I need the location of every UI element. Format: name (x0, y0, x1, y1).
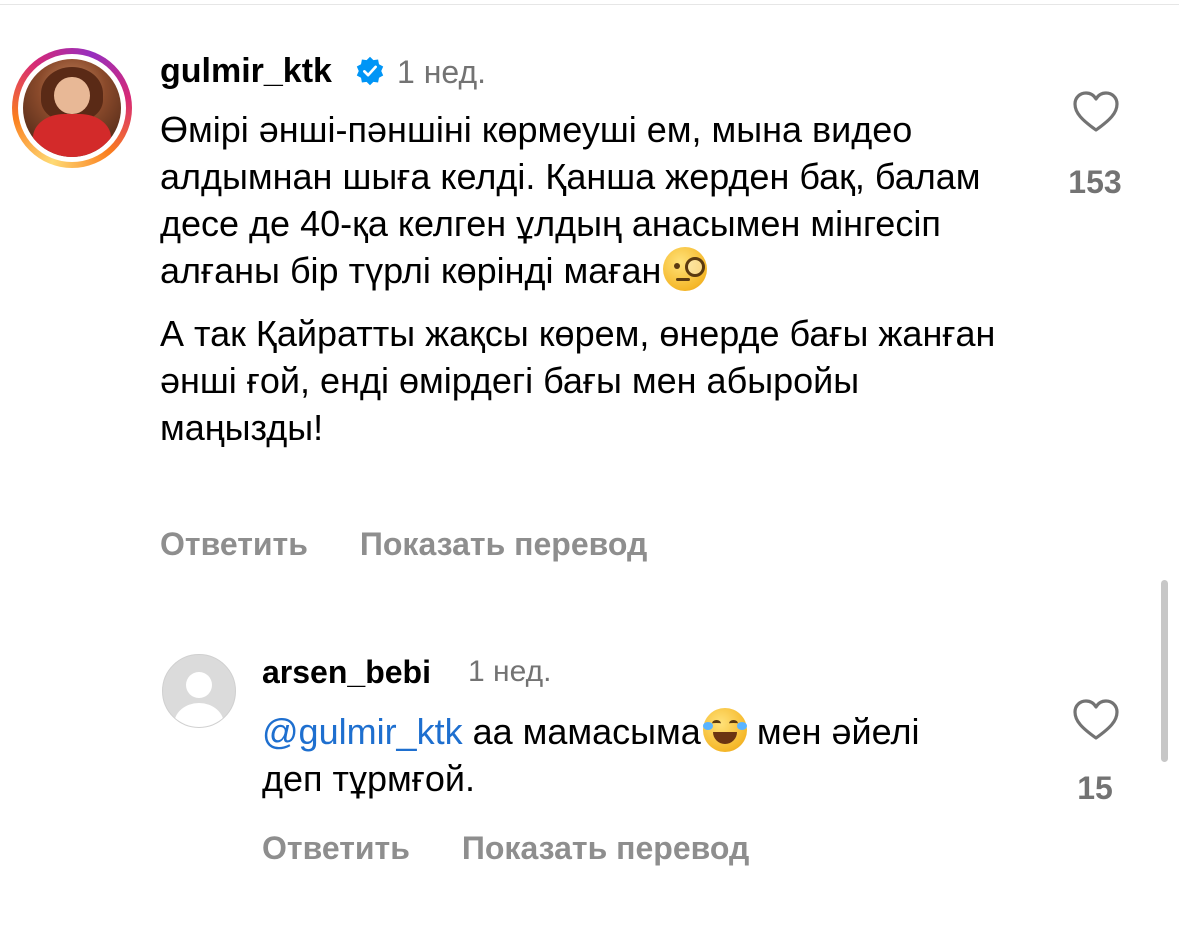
reply-button[interactable]: Ответить (262, 830, 410, 866)
laughing-tears-icon (702, 708, 747, 752)
comments-screen: gulmir_ktk 1 нед. Өмірі әнші-пәншіні көр… (0, 0, 1179, 936)
avatar[interactable] (12, 48, 132, 168)
comment-paragraph: А так Қайратты жақсы көрем, өнерде бағы … (160, 313, 996, 448)
heart-icon[interactable] (1071, 698, 1121, 742)
username[interactable]: gulmir_ktk (160, 52, 332, 91)
mention-link[interactable]: @gulmir_ktk (262, 711, 463, 752)
comment-actions: Ответить Показать перевод (160, 526, 647, 563)
reply-button[interactable]: Ответить (160, 526, 308, 562)
scrollbar[interactable] (1161, 580, 1168, 762)
like-count: 15 (1077, 770, 1113, 806)
face-with-monocle-icon (663, 247, 708, 291)
timestamp: 1 нед. (397, 54, 487, 90)
show-translation-button[interactable]: Показать перевод (360, 526, 647, 562)
show-translation-button[interactable]: Показать перевод (462, 830, 749, 866)
avatar-photo (23, 59, 121, 157)
like-count: 153 (1068, 164, 1122, 200)
comment-2: arsen_bebi 1 нед. @gulmir_ktk аа мамасым… (0, 600, 1179, 936)
comment-body: Өмірі әнші-пәншіні көрмеуші ем, мына вид… (160, 106, 1020, 451)
heart-icon[interactable] (1071, 90, 1121, 134)
comment-paragraph: Өмірі әнші-пәншіні көрмеуші ем, мына вид… (160, 109, 981, 291)
avatar[interactable] (162, 654, 236, 728)
comment-paragraph: @gulmir_ktk аа мамасыма мен әйелі деп тұ… (262, 708, 962, 802)
comment-actions: Ответить Показать перевод (262, 830, 749, 867)
verified-badge-icon (356, 56, 384, 86)
timestamp: 1 нед. (468, 655, 552, 688)
comment-body: @gulmir_ktk аа мамасыма мен әйелі деп тұ… (262, 708, 962, 802)
username[interactable]: arsen_bebi (262, 654, 431, 691)
comment-1: gulmir_ktk 1 нед. Өмірі әнші-пәншіні көр… (0, 0, 1179, 600)
